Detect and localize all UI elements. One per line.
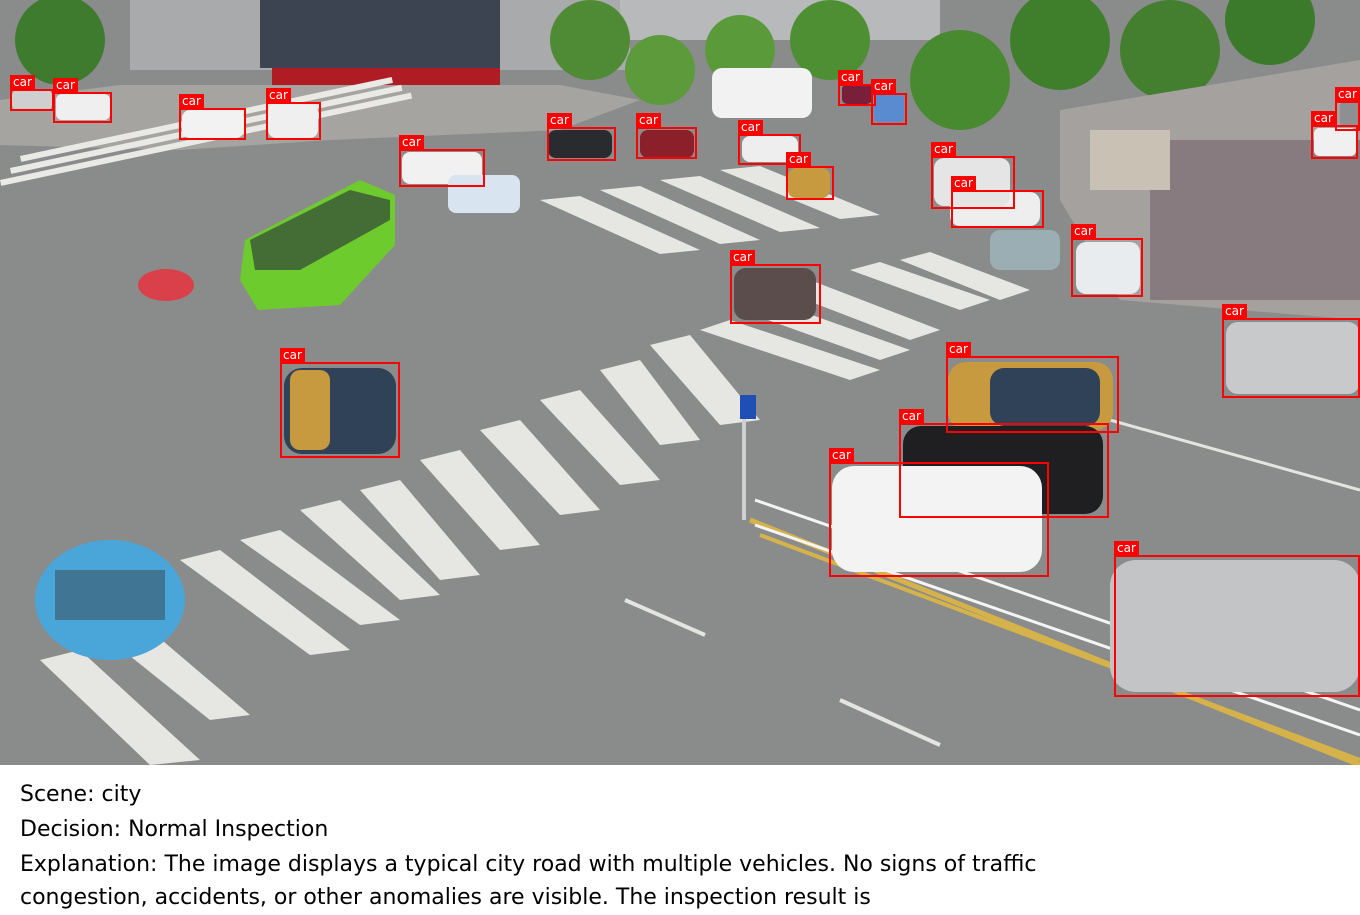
explanation-text: Explanation: The image displays a typica… (20, 852, 1037, 910)
car-detection-label: car (946, 342, 971, 356)
car-detection-label: car (53, 78, 78, 92)
car-detection-box: car (266, 88, 321, 140)
car-detection-label: car (1311, 111, 1336, 125)
car-detection-box: car (730, 250, 821, 324)
car-detection-label: car (951, 176, 976, 190)
car-detection-label: car (899, 409, 924, 423)
aerial-intersection-image: car car car car car car car car car car … (0, 0, 1360, 765)
car-detection-label: car (10, 75, 35, 89)
decision-text: Decision: Normal Inspection (20, 817, 329, 842)
car-detection-label: car (786, 152, 811, 166)
car-detection-box: car (951, 176, 1044, 228)
car-detection-label: car (1071, 224, 1096, 238)
car-detection-box: car (1222, 304, 1360, 398)
car-detection-box: car (53, 78, 112, 123)
inspection-result-panel: Scene: city Decision: Normal Inspection … (0, 765, 1360, 915)
car-detection-box: car (179, 94, 246, 140)
car-detection-box: car (1071, 224, 1143, 297)
car-detection-label: car (1335, 87, 1360, 101)
car-detection-label: car (738, 120, 763, 134)
car-detection-label: car (280, 348, 305, 362)
car-detection-box: car (871, 79, 907, 125)
car-detection-label: car (1222, 304, 1247, 318)
car-detection-label: car (730, 250, 755, 264)
car-detection-box: car (547, 113, 616, 161)
car-detection-box: car (829, 448, 1049, 577)
car-detection-label: car (636, 113, 661, 127)
car-detection-label: car (829, 448, 854, 462)
car-detection-label: car (1114, 541, 1139, 555)
car-detection-box: car (399, 135, 485, 187)
car-detection-label: car (838, 70, 863, 84)
car-detection-label: car (931, 142, 956, 156)
scene-text: Scene: city (20, 782, 142, 807)
car-detection-label: car (399, 135, 424, 149)
car-detection-label: car (179, 94, 204, 108)
car-detection-box: car (280, 348, 400, 458)
car-detection-box: car (786, 152, 834, 200)
car-detection-label: car (871, 79, 896, 93)
car-detection-box: car (1114, 541, 1360, 697)
car-detection-box: car (636, 113, 697, 159)
car-detection-box: car (946, 342, 1119, 433)
car-detection-label: car (547, 113, 572, 127)
car-detection-label: car (266, 88, 291, 102)
car-detection-box: car (10, 75, 54, 111)
car-detection-box: car (1335, 87, 1360, 131)
